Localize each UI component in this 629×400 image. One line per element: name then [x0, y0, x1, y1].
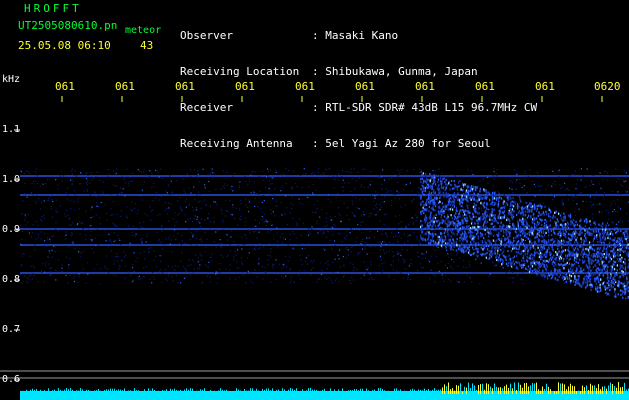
x-tick-label: 061 — [535, 80, 555, 93]
x-tick-label: 061 — [475, 80, 495, 93]
y-tick-label: 1.1 — [2, 124, 21, 135]
x-tick-label: 061 — [235, 80, 255, 93]
y-tick-label: 0.6 — [2, 374, 21, 385]
x-tick-label: 061 — [415, 80, 435, 93]
noise-layer — [20, 168, 629, 285]
x-tick-label: 061 — [295, 80, 315, 93]
spectrogram — [0, 96, 629, 400]
y-tick-label: 1.0 — [2, 174, 21, 185]
x-tick-label: 061 — [115, 80, 135, 93]
x-tick-label: 061 — [355, 80, 375, 93]
y-tick-label: 0.8 — [2, 274, 21, 285]
y-axis-unit: kHz — [2, 74, 21, 85]
x-tick-label: 0620 — [594, 80, 621, 93]
y-tick-label: 0.7 — [2, 324, 21, 335]
x-tick-label: 061 — [175, 80, 195, 93]
x-tick-label: 061 — [55, 80, 75, 93]
y-tick-label: 0.9 — [2, 224, 21, 235]
